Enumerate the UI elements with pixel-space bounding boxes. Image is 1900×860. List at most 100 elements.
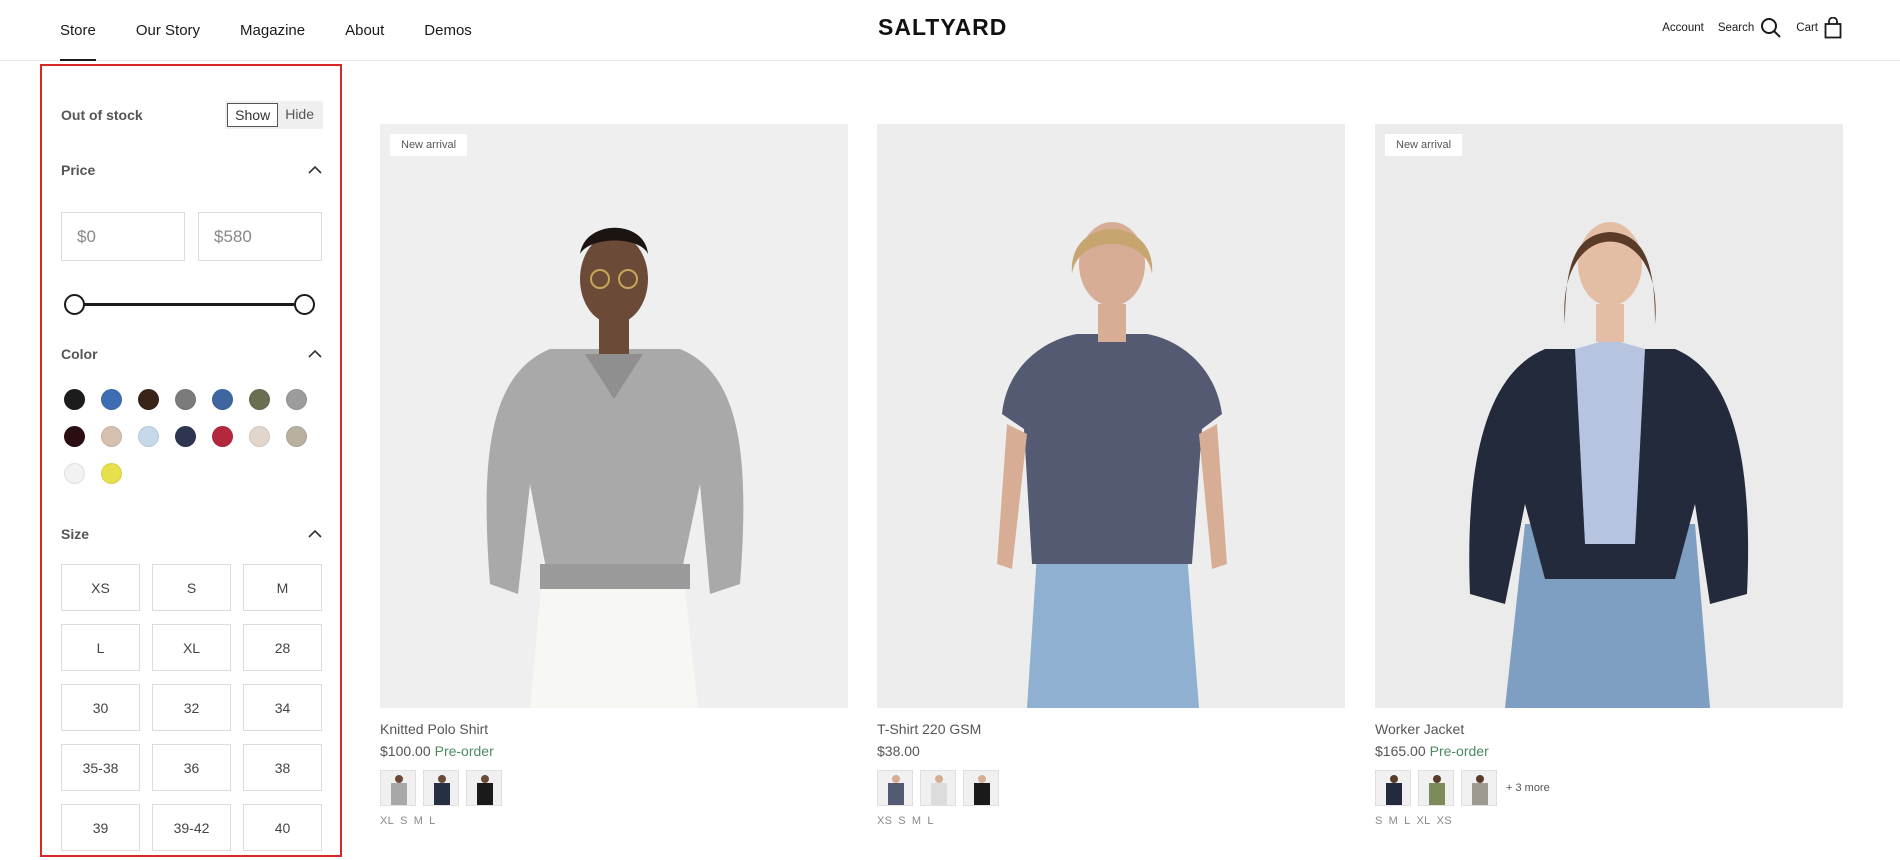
product-image[interactable]: New arrival xyxy=(380,124,848,708)
size-label: L xyxy=(1404,815,1411,827)
variant-thumbnail[interactable] xyxy=(920,770,956,806)
variant-grey-image xyxy=(381,771,415,805)
product-title[interactable]: Worker Jacket xyxy=(1375,721,1843,737)
price-filter-label: Price xyxy=(61,162,96,178)
variant-navy-image xyxy=(878,771,912,805)
variant-thumbnail[interactable] xyxy=(380,770,416,806)
color-swatch[interactable] xyxy=(101,463,122,484)
price-range-slider[interactable] xyxy=(64,292,315,316)
size-label: M xyxy=(1388,815,1399,827)
variant-thumbnail[interactable] xyxy=(423,770,459,806)
size-option[interactable]: M xyxy=(243,564,322,611)
stock-hide-button[interactable]: Hide xyxy=(278,103,321,127)
variant-thumbnail[interactable] xyxy=(1418,770,1454,806)
color-swatch[interactable] xyxy=(64,426,85,447)
search-button[interactable]: Search xyxy=(1718,17,1782,39)
color-swatch[interactable] xyxy=(249,389,270,410)
header-utilities: Account Search Cart xyxy=(1662,0,1842,56)
size-option[interactable]: XS xyxy=(61,564,140,611)
product-photo-tshirt xyxy=(877,124,1345,708)
price-inputs: $0 $580 xyxy=(61,212,323,261)
cart-label: Cart xyxy=(1796,22,1818,34)
product-title[interactable]: Knitted Polo Shirt xyxy=(380,721,848,737)
size-label: S xyxy=(898,815,906,827)
size-label: M xyxy=(413,815,424,827)
size-label: XL xyxy=(380,815,395,827)
variant-thumbnail[interactable] xyxy=(466,770,502,806)
color-swatch[interactable] xyxy=(175,389,196,410)
variant-navy-image xyxy=(1376,771,1410,805)
more-variants-link[interactable]: + 3 more xyxy=(1506,782,1550,794)
color-swatch[interactable] xyxy=(249,426,270,447)
size-option[interactable]: S xyxy=(152,564,231,611)
bag-icon xyxy=(1824,17,1842,39)
color-swatch[interactable] xyxy=(212,389,233,410)
nav-our-story[interactable]: Our Story xyxy=(136,3,200,59)
color-swatch[interactable] xyxy=(64,463,85,484)
product-sizes: S M L XL XS xyxy=(1375,815,1843,827)
product-price: $165.00 xyxy=(1375,743,1426,759)
product-card[interactable]: New arrival Knitted Polo Shirt $100.00 Pr… xyxy=(380,124,848,827)
size-option[interactable]: L xyxy=(61,624,140,671)
product-price-row: $38.00 xyxy=(877,743,1345,759)
variant-black-image xyxy=(964,771,998,805)
size-option[interactable]: 38 xyxy=(243,744,322,791)
stock-filter: Out of stock Show Hide xyxy=(61,100,323,130)
site-header: Store Our Story Magazine About Demos SAL… xyxy=(0,0,1900,61)
size-option[interactable]: 35-38 xyxy=(61,744,140,791)
size-label: XS xyxy=(1436,815,1452,827)
variant-thumbnail[interactable] xyxy=(877,770,913,806)
size-option[interactable]: 39 xyxy=(61,804,140,851)
product-image[interactable]: New arrival xyxy=(1375,124,1843,708)
product-price-row: $165.00 Pre-order xyxy=(1375,743,1843,759)
nav-magazine[interactable]: Magazine xyxy=(240,3,305,59)
product-title[interactable]: T-Shirt 220 GSM xyxy=(877,721,1345,737)
account-link[interactable]: Account xyxy=(1662,22,1704,34)
size-option[interactable]: 28 xyxy=(243,624,322,671)
stock-show-button[interactable]: Show xyxy=(227,103,279,127)
nav-store[interactable]: Store xyxy=(60,3,96,61)
product-card[interactable]: T-Shirt 220 GSM $38.00 XS S M L xyxy=(877,124,1345,827)
variant-thumbnail[interactable] xyxy=(1375,770,1411,806)
size-options: XS S M L XL 28 30 32 34 35-38 36 38 39 39-42 40 xyxy=(61,564,323,851)
color-swatch[interactable] xyxy=(138,389,159,410)
color-swatch[interactable] xyxy=(286,389,307,410)
color-filter-header[interactable]: Color xyxy=(61,346,323,362)
search-icon xyxy=(1761,18,1781,38)
size-option[interactable]: XL xyxy=(152,624,231,671)
size-option[interactable]: 40 xyxy=(243,804,322,851)
color-swatch[interactable] xyxy=(101,426,122,447)
color-swatch[interactable] xyxy=(212,426,233,447)
slider-min-handle[interactable] xyxy=(64,294,85,315)
variant-thumbnail[interactable] xyxy=(963,770,999,806)
size-option[interactable]: 34 xyxy=(243,684,322,731)
color-swatch[interactable] xyxy=(175,426,196,447)
size-filter-header[interactable]: Size xyxy=(61,526,323,542)
account-label: Account xyxy=(1662,22,1704,34)
product-price: $100.00 xyxy=(380,743,431,759)
cart-button[interactable]: Cart xyxy=(1796,17,1842,39)
slider-max-handle[interactable] xyxy=(294,294,315,315)
nav-demos[interactable]: Demos xyxy=(424,3,472,59)
color-swatch[interactable] xyxy=(101,389,122,410)
variant-navy-image xyxy=(424,771,458,805)
nav-about[interactable]: About xyxy=(345,3,384,59)
size-option[interactable]: 39-42 xyxy=(152,804,231,851)
color-swatch[interactable] xyxy=(286,426,307,447)
size-label: XL xyxy=(1416,815,1431,827)
variant-thumbnail[interactable] xyxy=(1461,770,1497,806)
price-max-input[interactable]: $580 xyxy=(198,212,322,261)
product-image[interactable] xyxy=(877,124,1345,708)
variant-white-image xyxy=(921,771,955,805)
price-min-input[interactable]: $0 xyxy=(61,212,185,261)
size-option[interactable]: 32 xyxy=(152,684,231,731)
size-option[interactable]: 36 xyxy=(152,744,231,791)
color-swatch[interactable] xyxy=(64,389,85,410)
price-filter-header[interactable]: Price xyxy=(61,162,323,178)
product-card[interactable]: New arrival Worker Jacket $165.00 Pre-ord… xyxy=(1375,124,1843,827)
site-logo[interactable]: SALTYARD xyxy=(878,14,1007,41)
filter-sidebar: Out of stock Show Hide Price $0 $580 Col… xyxy=(40,64,342,857)
size-label: S xyxy=(400,815,408,827)
color-swatch[interactable] xyxy=(138,426,159,447)
size-option[interactable]: 30 xyxy=(61,684,140,731)
